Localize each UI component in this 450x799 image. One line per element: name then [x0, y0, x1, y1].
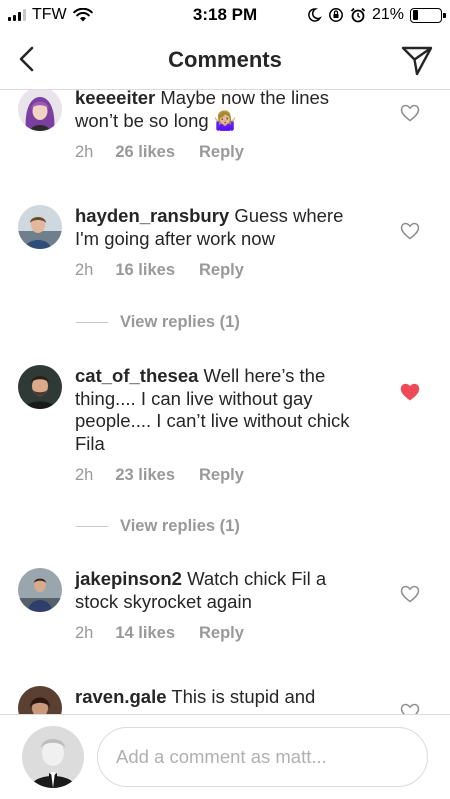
comment-time: 2h	[75, 624, 94, 642]
avatar[interactable]	[18, 90, 62, 131]
comment-username[interactable]: cat_of_thesea	[75, 365, 198, 386]
view-replies-label: View replies (1)	[120, 517, 240, 535]
avatar[interactable]	[18, 365, 62, 409]
likes-count[interactable]: 26 likes	[115, 143, 175, 162]
likes-count[interactable]: 23 likes	[115, 466, 175, 485]
comment-composer	[0, 714, 450, 799]
comment-meta: 2h 26 likes Reply	[75, 143, 244, 162]
heart-icon[interactable]	[400, 585, 420, 603]
comment-time: 2h	[75, 261, 94, 279]
comment-text: keeeeiter Maybe now the lines won’t be s…	[75, 90, 365, 132]
comment-text: raven.gale This is stupid and	[75, 686, 365, 709]
likes-count[interactable]: 16 likes	[115, 261, 175, 280]
reply-button[interactable]: Reply	[199, 624, 244, 643]
comments-feed[interactable]: keeeeiter Maybe now the lines won’t be s…	[0, 90, 450, 714]
battery-percent: 21%	[371, 6, 404, 23]
page-title: Comments	[168, 47, 282, 72]
heart-icon[interactable]	[400, 703, 420, 714]
chevron-left-icon[interactable]	[12, 44, 42, 74]
nav-header: Comments	[0, 30, 450, 90]
comment-username[interactable]: raven.gale	[75, 686, 167, 707]
orientation-lock-icon	[329, 8, 343, 22]
reply-button[interactable]: Reply	[199, 466, 244, 485]
replies-divider-line	[76, 526, 108, 527]
comment-time: 2h	[75, 466, 94, 484]
comment-text: cat_of_thesea Well here’s the thing.... …	[75, 365, 365, 455]
likes-count[interactable]: 14 likes	[115, 624, 175, 643]
comment-input[interactable]	[97, 727, 428, 787]
comment-username[interactable]: hayden_ransbury	[75, 205, 229, 226]
avatar[interactable]	[18, 686, 62, 714]
comment-text: hayden_ransbury Guess where I'm going af…	[75, 205, 365, 250]
view-replies-button[interactable]: View replies (1)	[76, 313, 240, 332]
comment-text: jakepinson2 Watch chick Fil a stock skyr…	[75, 568, 365, 613]
battery-icon	[410, 7, 446, 23]
view-replies-label: View replies (1)	[120, 313, 240, 331]
comment-meta: 2h 14 likes Reply	[75, 624, 244, 643]
view-replies-button[interactable]: View replies (1)	[76, 517, 240, 536]
comment-message: This is stupid and	[171, 686, 316, 707]
moon-icon	[308, 8, 322, 22]
battery-fill	[412, 10, 419, 20]
heart-icon[interactable]	[400, 383, 420, 401]
comment-username[interactable]: keeeeiter	[75, 90, 155, 108]
avatar[interactable]	[18, 568, 62, 612]
status-bar-right: 21%	[306, 6, 446, 24]
replies-divider-line	[76, 322, 108, 323]
paper-plane-icon[interactable]	[400, 43, 434, 77]
comment-meta: 2h 23 likes Reply	[75, 466, 244, 485]
heart-icon[interactable]	[400, 222, 420, 240]
comment-meta: 2h 16 likes Reply	[75, 261, 244, 280]
avatar[interactable]	[18, 205, 62, 249]
avatar[interactable]	[22, 726, 84, 788]
reply-button[interactable]: Reply	[199, 143, 244, 162]
comment-username[interactable]: jakepinson2	[75, 568, 182, 589]
reply-button[interactable]: Reply	[199, 261, 244, 280]
alarm-icon	[350, 7, 366, 23]
heart-icon[interactable]	[400, 104, 420, 122]
status-bar: TFW 3:18 PM 21%	[0, 0, 450, 30]
comment-time: 2h	[75, 143, 94, 161]
